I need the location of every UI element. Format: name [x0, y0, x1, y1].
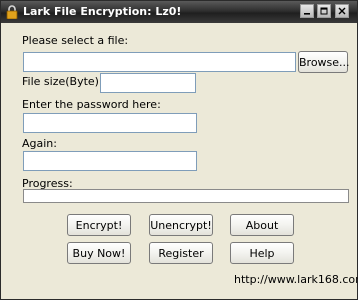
confirm-password-field[interactable]: [23, 151, 197, 171]
client-area: Please select a file: Browse... File siz…: [5, 23, 358, 297]
file-path-input[interactable]: [23, 52, 296, 72]
unencrypt-button[interactable]: Unencrypt!: [149, 214, 213, 236]
again-label: Again:: [22, 137, 57, 150]
maximize-button[interactable]: [317, 4, 331, 18]
app-window: Lark File Encryption: Lz0! Please select…: [0, 0, 358, 300]
browse-button[interactable]: Browse...: [298, 51, 350, 73]
password-field[interactable]: [23, 113, 197, 133]
title-bar[interactable]: Lark File Encryption: Lz0!: [1, 1, 357, 23]
register-button[interactable]: Register: [149, 242, 213, 264]
help-button[interactable]: Help: [230, 242, 294, 264]
window-title: Lark File Encryption: Lz0!: [23, 5, 182, 18]
file-label: Please select a file:: [22, 34, 129, 47]
lock-icon: [6, 5, 18, 20]
file-size-label: File size(Byte): [22, 75, 99, 88]
website-link[interactable]: http://www.lark168.com: [234, 273, 358, 286]
buy-now-button[interactable]: Buy Now!: [67, 242, 131, 264]
password-label: Enter the password here:: [22, 98, 161, 111]
minimize-button[interactable]: [300, 4, 314, 18]
file-size-field[interactable]: [100, 73, 196, 93]
encrypt-button[interactable]: Encrypt!: [67, 214, 131, 236]
progress-bar: [23, 189, 349, 203]
about-button[interactable]: About: [230, 214, 294, 236]
close-button[interactable]: [335, 4, 349, 18]
